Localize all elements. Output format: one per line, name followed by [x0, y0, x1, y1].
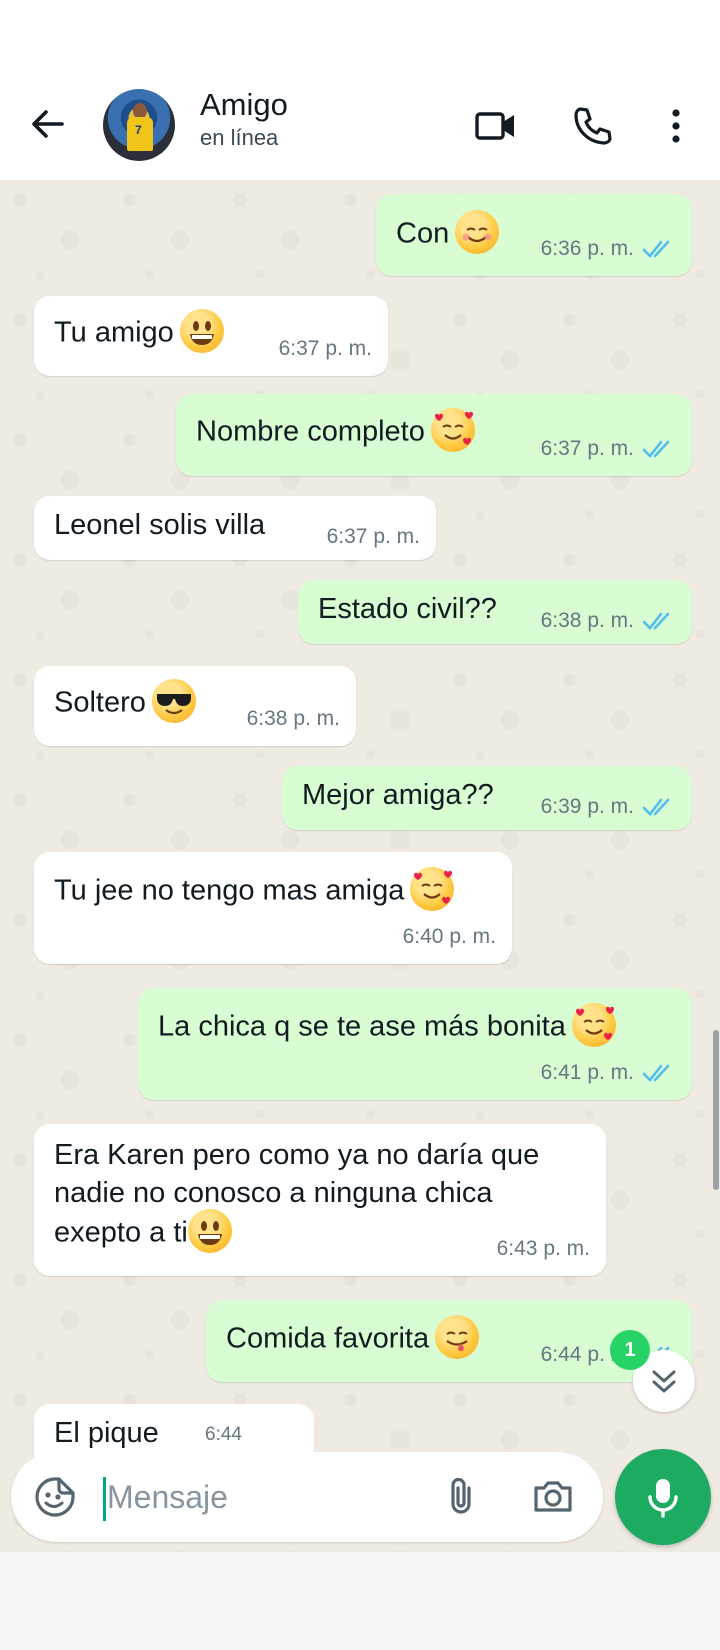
contact-name[interactable]: Amigo — [200, 86, 288, 124]
grinning-face-icon — [179, 309, 224, 353]
microphone-icon — [648, 1479, 678, 1518]
read-ticks-icon — [642, 798, 670, 816]
message-time: 6:38 p. m. — [540, 609, 634, 632]
chat-header: 7 Amigo en línea — [0, 80, 720, 180]
message-bubble-outgoing[interactable]: Estado civil?? 6:38 p. m. — [298, 580, 692, 644]
unread-count-badge: 1 — [610, 1330, 650, 1370]
read-ticks-icon — [642, 240, 670, 258]
phone-icon[interactable] — [570, 104, 614, 148]
message-time: 6:37 p. m. — [540, 437, 634, 460]
message-time: 6:37 p. m. — [278, 337, 372, 360]
message-text: Tu jee no tengo mas amiga — [54, 874, 405, 907]
message-text-line: Era Karen pero como ya no daría que — [54, 1139, 540, 1171]
paperclip-icon[interactable] — [439, 1474, 483, 1518]
message-text: Con — [396, 217, 450, 250]
message-text: Tu amigo — [54, 316, 174, 349]
contact-info[interactable]: Amigo en línea — [200, 86, 288, 152]
system-navigation-bar — [0, 1552, 720, 1650]
message-bubble-incoming[interactable]: Soltero 6:38 p. m. — [34, 666, 356, 746]
smiling-hearts-icon — [571, 1003, 616, 1047]
avatar[interactable]: 7 — [103, 89, 175, 161]
message-bubble-incoming[interactable]: Tu jee no tengo mas amiga 6:40 p. m. — [34, 852, 512, 964]
message-time: 6:37 p. m. — [326, 525, 420, 548]
message-bubble-incoming[interactable]: Era Karen pero como ya no daría que nadi… — [34, 1124, 606, 1276]
smiling-hearts-icon — [410, 867, 455, 911]
message-text: Comida favorita — [226, 1322, 430, 1355]
camera-icon[interactable] — [531, 1474, 575, 1518]
message-bubble-incoming[interactable]: Leonel solis villa 6:37 p. m. — [34, 496, 436, 560]
message-composer — [11, 1452, 603, 1542]
message-bubble-outgoing[interactable]: Con 6:36 p. m. — [376, 194, 692, 276]
avatar-jersey-number: 7 — [135, 123, 142, 137]
read-ticks-icon — [642, 612, 670, 630]
message-text: Nombre completo — [196, 415, 425, 448]
read-ticks-icon — [642, 440, 670, 458]
message-text: Leonel solis villa — [54, 509, 266, 541]
back-arrow-icon[interactable] — [26, 102, 70, 146]
message-time: 6:43 p. m. — [496, 1237, 590, 1260]
message-text: Estado civil?? — [318, 593, 497, 625]
message-text: Soltero — [54, 686, 146, 719]
message-input[interactable] — [107, 1472, 407, 1522]
contact-status: en línea — [200, 125, 279, 150]
scrollbar[interactable] — [713, 1030, 719, 1190]
message-time: 6:44 — [205, 1424, 242, 1445]
message-bubble-outgoing[interactable]: Nombre completo 6:37 p. m. — [176, 394, 692, 476]
smiling-face-icon — [455, 210, 500, 254]
message-text: Mejor amiga?? — [302, 779, 494, 811]
read-ticks-icon — [642, 1064, 670, 1082]
message-text: El pique — [54, 1417, 159, 1449]
message-text-line: nadie no conosco a ninguna chica — [54, 1177, 493, 1209]
voice-message-button[interactable] — [615, 1449, 711, 1545]
more-vert-icon[interactable] — [664, 104, 688, 148]
message-time: 6:38 p. m. — [246, 707, 340, 730]
yum-face-icon — [435, 1315, 480, 1359]
message-text-line: exepto a ti — [54, 1216, 188, 1249]
grinning-face-icon — [187, 1209, 232, 1253]
sunglasses-face-icon — [151, 679, 196, 723]
message-time: 6:40 p. m. — [402, 925, 496, 948]
message-bubble-outgoing[interactable]: La chica q se te ase más bonita 6:41 p. … — [138, 988, 692, 1100]
message-bubble-outgoing[interactable]: Mejor amiga?? 6:39 p. m. — [282, 766, 692, 830]
smiling-hearts-icon — [430, 408, 475, 452]
message-time: 6:41 p. m. — [540, 1061, 634, 1084]
message-bubble-incoming[interactable]: Tu amigo 6:37 p. m. — [34, 296, 388, 376]
message-time: 6:36 p. m. — [540, 237, 634, 260]
message-text: La chica q se te ase más bonita — [158, 1010, 566, 1043]
text-cursor — [103, 1477, 106, 1521]
message-time: 6:39 p. m. — [540, 795, 634, 818]
video-call-icon[interactable] — [474, 104, 518, 148]
sticker-icon[interactable] — [33, 1475, 77, 1519]
